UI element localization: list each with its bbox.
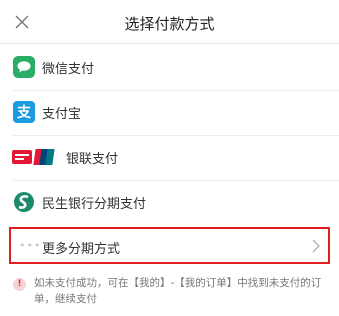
more-installment-label: 更多分期方式 [42,242,121,257]
chevron-right-icon [312,239,320,253]
dialog-title: 选择付款方式 [124,15,215,33]
more-dots-icon: ••• [19,239,42,252]
wechat-pay-icon [13,56,35,78]
payment-option-minsheng-installment[interactable]: 民生银行分期支付 [0,180,339,224]
alipay-icon: 支 [13,101,35,123]
payment-option-label: 民生银行分期支付 [42,197,147,212]
payment-option-label: 银联支付 [66,152,119,167]
notice-text: 如未支付成功，可在【我的】-【我的订单】中找到未支付的订单，继续支付 [34,277,322,305]
payment-option-label: 支付宝 [42,107,82,122]
dialog-header: 选择付款方式 [0,0,339,44]
minsheng-bank-icon [13,191,35,213]
unionpay-icon [12,146,58,168]
warning-icon: ! [13,278,26,291]
more-installment-options[interactable]: ••• 更多分期方式 [9,227,330,264]
payment-option-wechat[interactable]: 微信支付 [0,45,339,89]
payment-option-alipay[interactable]: 支 支付宝 [0,90,339,134]
payment-option-unionpay[interactable]: 银联支付 [0,135,339,179]
payment-option-label: 微信支付 [42,62,95,77]
